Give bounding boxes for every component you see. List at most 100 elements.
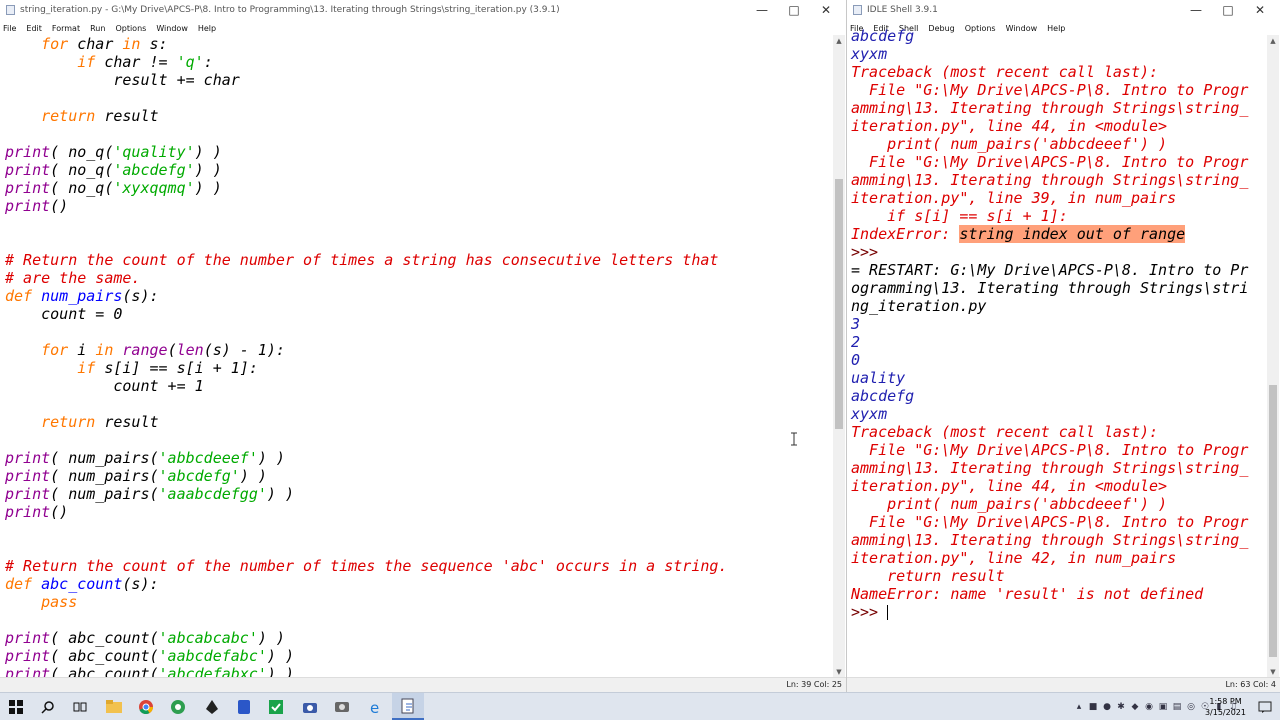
code-line-segment: print xyxy=(5,449,51,467)
shell-title-bar: IDLE Shell 3.9.1 — □ ✕ xyxy=(847,0,1280,21)
bluetooth-icon[interactable]: ✱ xyxy=(1114,702,1128,712)
code-line-segment: char != xyxy=(95,53,177,71)
code-editor-text[interactable]: for char in s: if char != 'q': result +=… xyxy=(5,35,727,683)
shell-line: File "G:\My Drive\APCS-P\8. Intro to Pro… xyxy=(851,441,1248,459)
code-line-segment: ) ) xyxy=(239,467,267,485)
tray-app-icon[interactable]: ◉ xyxy=(1142,702,1156,712)
code-line-segment: i xyxy=(68,341,96,359)
code-line-segment: print xyxy=(5,485,51,503)
shell-line-segment: Traceback (most recent call last): xyxy=(851,423,1159,441)
shell-line: print( num_pairs('abbcdeeef') ) xyxy=(851,135,1248,153)
maximize-button[interactable]: □ xyxy=(778,2,810,18)
code-line-segment: () xyxy=(50,503,69,521)
text-cursor-icon xyxy=(791,432,797,446)
code-line: return result xyxy=(5,413,727,431)
code-line-segment xyxy=(32,575,41,593)
code-line-segment: print xyxy=(5,179,51,197)
edge-icon[interactable]: e xyxy=(360,693,392,720)
green-app-icon[interactable] xyxy=(162,693,194,720)
menu-help[interactable]: Help xyxy=(198,24,216,33)
maximize-button[interactable]: □ xyxy=(1212,2,1244,18)
shell-line-segment: iteration.py", line 39, in num_pairs xyxy=(851,189,1177,207)
tray-app-icon[interactable]: ▣ xyxy=(1156,702,1170,712)
shell-line-segment: amming\13. Iterating through Strings\str… xyxy=(851,459,1249,477)
shell-line-segment: ogramming\13. Iterating through Strings\… xyxy=(851,279,1249,297)
close-button[interactable]: ✕ xyxy=(1244,2,1276,18)
camera-icon[interactable] xyxy=(294,693,326,720)
shell-scrollbar[interactable]: ▲ ▼ xyxy=(1267,35,1279,678)
clock-date: 3/15/2021 xyxy=(1204,708,1246,717)
scrollbar-thumb[interactable] xyxy=(1269,385,1277,657)
code-line-segment: ( xyxy=(167,341,177,359)
blue-app-icon[interactable] xyxy=(228,693,260,720)
code-line-segment: print xyxy=(5,197,51,215)
scroll-up-icon[interactable]: ▲ xyxy=(833,35,845,47)
code-line: print( num_pairs('aaabcdefgg') ) xyxy=(5,485,727,503)
code-line-segment: pass xyxy=(5,593,78,611)
scrollbar-thumb[interactable] xyxy=(835,179,843,429)
shell-line: ng_iteration.py xyxy=(851,297,1248,315)
shell-line-segment: abcdefg xyxy=(851,387,915,405)
tray-app-icon[interactable]: ● xyxy=(1100,702,1114,712)
shell-line: abcdefg xyxy=(851,387,1248,405)
notification-icon[interactable] xyxy=(1258,699,1272,713)
code-line: if s[i] == s[i + 1]: xyxy=(5,359,727,377)
shell-line-segment: File "G:\My Drive\APCS-P\8. Intro to Pro… xyxy=(851,441,1249,459)
editor-scrollbar[interactable]: ▲ ▼ xyxy=(833,35,845,678)
menu-window[interactable]: Window xyxy=(156,24,188,33)
menu-format[interactable]: Format xyxy=(52,24,80,33)
minimize-button[interactable]: — xyxy=(746,2,778,18)
tray-app-icon[interactable]: ◆ xyxy=(1128,702,1142,712)
shell-line: >>> xyxy=(851,603,1248,621)
editor-window-title: string_iteration.py - G:\My Drive\APCS-P… xyxy=(20,5,560,15)
search-icon[interactable] xyxy=(32,693,64,720)
shell-line: 0 xyxy=(851,351,1248,369)
tray-app-icon[interactable]: ▤ xyxy=(1170,702,1184,712)
minimize-button[interactable]: — xyxy=(1180,2,1212,18)
code-line-segment: ( num_pairs( xyxy=(50,485,159,503)
menu-options[interactable]: Options xyxy=(115,24,146,33)
screenshot-icon[interactable] xyxy=(326,693,358,720)
code-line-segment: ) ) xyxy=(266,647,294,665)
shell-output-text[interactable]: abcdefg xyxm Traceback (most recent call l… xyxy=(851,27,1248,621)
shell-line-segment: xyxm xyxy=(851,45,888,63)
close-button[interactable]: ✕ xyxy=(810,2,842,18)
idle-icon[interactable] xyxy=(392,693,424,720)
scroll-up-icon[interactable]: ▲ xyxy=(1267,35,1279,47)
shell-line: iteration.py", line 42, in num_pairs xyxy=(851,549,1248,567)
menu-run[interactable]: Run xyxy=(90,24,105,33)
start-icon[interactable] xyxy=(0,693,32,720)
shell-line: return result xyxy=(851,567,1248,585)
code-line-segment: (s): xyxy=(122,575,159,593)
clock[interactable]: 1:58 PM 3/15/2021 xyxy=(1205,696,1246,718)
menu-edit[interactable]: Edit xyxy=(26,24,42,33)
code-line-segment: print xyxy=(5,143,51,161)
chrome-icon[interactable] xyxy=(130,693,162,720)
code-line-segment: s: xyxy=(140,35,168,53)
code-line-segment: ( num_pairs( xyxy=(50,449,159,467)
code-line-segment: : xyxy=(203,53,213,71)
code-line: count += 1 xyxy=(5,377,727,395)
code-line: print( num_pairs('abcdefg') ) xyxy=(5,467,727,485)
code-line: def abc_count(s): xyxy=(5,575,727,593)
menu-file[interactable]: File xyxy=(3,24,16,33)
shell-line-segment: 2 xyxy=(851,333,861,351)
tray-app-icon[interactable]: ■ xyxy=(1086,702,1100,712)
shell-line: NameError: name 'result' is not defined xyxy=(851,585,1248,603)
code-line: print() xyxy=(5,503,727,521)
code-line-segment: 'abbcdeeef' xyxy=(158,449,258,467)
file-explorer-icon[interactable] xyxy=(98,693,130,720)
code-line-segment: if xyxy=(5,359,96,377)
code-line-segment: 'quality' xyxy=(113,143,195,161)
show-hidden-icon[interactable]: ▴ xyxy=(1072,702,1086,712)
shell-status-bar: Ln: 63 Col: 4 xyxy=(847,677,1280,692)
checkmark-app-icon[interactable] xyxy=(260,693,292,720)
task-view-icon[interactable] xyxy=(64,693,96,720)
inkscape-icon[interactable] xyxy=(196,693,228,720)
tray-app-icon[interactable]: ◎ xyxy=(1184,702,1198,712)
